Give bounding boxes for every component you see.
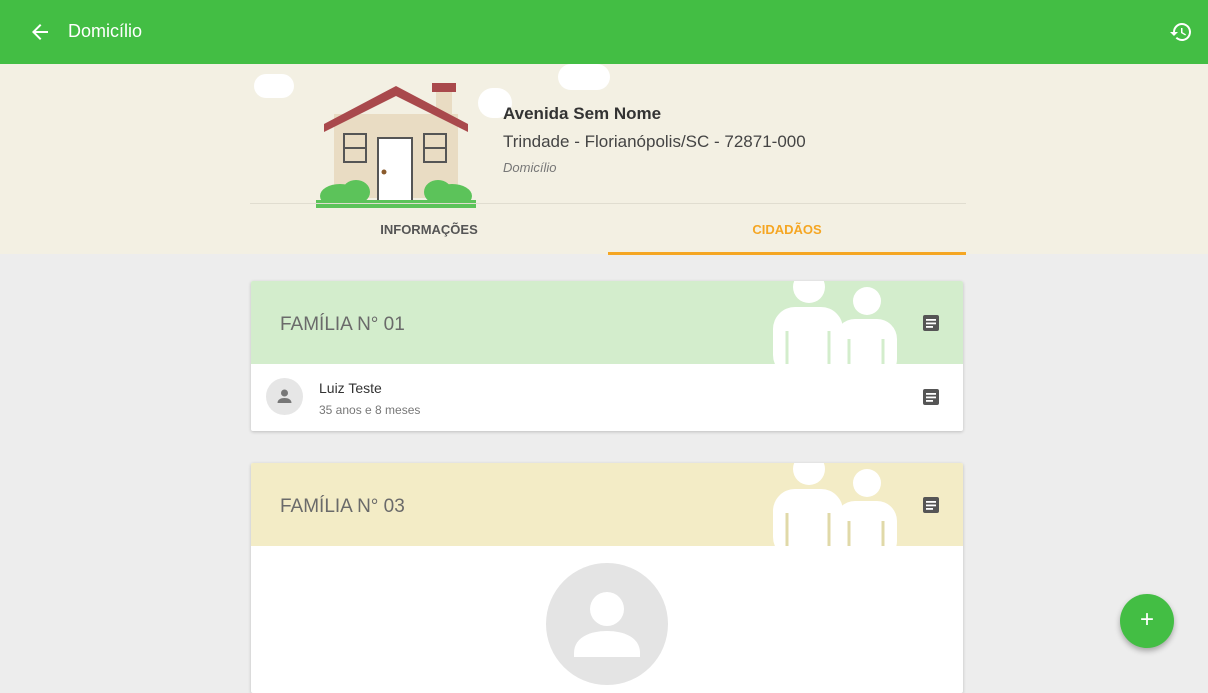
tab-cidadaos[interactable]: CIDADÃOS [608,204,966,255]
notes-icon[interactable] [922,314,940,332]
address-city: Trindade - Florianópolis/SC - 72871-000 [503,132,806,151]
page-title: Domicílio [68,21,143,41]
add-icon: + [1139,606,1154,633]
tab-bar: INFORMAÇÕES CIDADÃOS [250,203,966,255]
family-title: FAMÍLIA N° 01 [280,314,405,335]
house-illustration [316,83,476,208]
address-type: Domicílio [503,160,557,175]
cloud-decoration [558,64,610,90]
app-bar: Domicílio [0,0,1208,64]
history-icon[interactable] [1169,20,1193,44]
address-street: Avenida Sem Nome [503,104,662,123]
family-card: FAMÍLIA N° 03 [251,463,963,693]
family-card: FAMÍLIA N° 01 Luiz Teste 35 anos e 8 mes [251,281,963,431]
empty-avatar [546,563,668,685]
address-block: Avenida Sem Nome Trindade - Florianópoli… [503,104,806,175]
family-header: FAMÍLIA N° 01 [251,281,963,364]
person-icon [277,389,292,403]
notes-icon[interactable] [922,496,940,514]
cloud-decoration [254,74,294,98]
family-people-icon [773,463,897,546]
avatar [266,378,303,415]
arrow-back-icon[interactable] [28,20,52,44]
tab-informacoes[interactable]: INFORMAÇÕES [250,204,608,255]
list-item[interactable]: Luiz Teste 35 anos e 8 meses [251,364,963,431]
member-name: Luiz Teste [319,380,382,396]
family-header: FAMÍLIA N° 03 [251,463,963,546]
add-button[interactable]: + [1120,594,1174,648]
family-title: FAMÍLIA N° 03 [280,496,405,517]
person-icon [574,592,640,657]
member-age: 35 anos e 8 meses [319,403,421,417]
family-people-icon [773,281,897,364]
notes-icon[interactable] [922,388,940,406]
